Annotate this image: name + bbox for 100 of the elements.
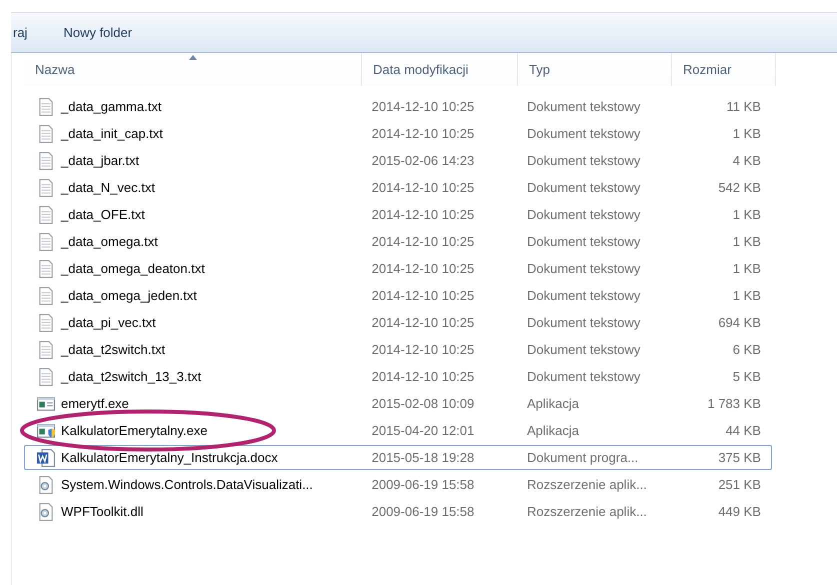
file-size: 1 KB — [732, 234, 761, 249]
file-name: KalkulatorEmerytalny_Instrukcja.docx — [61, 450, 278, 465]
file-row[interactable]: WPFToolkit.dll 2009-06-19 15:58 Rozszerzenie aplik... 449 KB — [24, 499, 772, 524]
modified-date: 2015-02-06 14:23 — [372, 153, 474, 168]
file-row[interactable]: KalkulatorEmerytalny_Instrukcja.docx 2015-05-18 19:28 Dokument progra... 375 KB — [24, 445, 772, 470]
text-file-icon — [37, 314, 55, 332]
file-row[interactable]: _data_init_cap.txt 2014-12-10 10:25 Dokument tekstowy 1 KB — [24, 121, 772, 146]
file-name: _data_pi_vec.txt — [61, 315, 156, 330]
column-header[interactable]: Data modyfikacji — [362, 53, 518, 86]
file-type: Dokument tekstowy — [526, 342, 640, 357]
file-size: 1 KB — [732, 261, 761, 276]
modified-date: 2014-12-10 10:25 — [372, 261, 474, 276]
column-header[interactable]: Rozmiar — [672, 53, 776, 86]
file-row[interactable]: emerytf.exe 2015-02-08 10:09 Aplikacja 1 783 KB — [24, 391, 772, 416]
file-row[interactable]: System.Windows.Controls.DataVisualizati... 2009-06-19 15:58 Rozszerzenie aplik... 251 KB — [24, 472, 772, 497]
text-file-icon — [37, 260, 55, 278]
gear-file-icon — [37, 502, 55, 520]
text-file-icon — [37, 340, 55, 358]
file-row[interactable]: _data_omega.txt 2014-12-10 10:25 Dokument tekstowy 1 KB — [24, 229, 772, 254]
file-type: Dokument tekstowy — [526, 369, 640, 384]
text-file-icon — [37, 232, 55, 250]
file-name: _data_OFE.txt — [61, 207, 145, 222]
file-name: System.Windows.Controls.DataVisualizati... — [61, 477, 313, 492]
file-type: Dokument tekstowy — [526, 180, 640, 195]
file-type: Dokument tekstowy — [526, 288, 640, 303]
file-row[interactable]: KalkulatorEmerytalny.exe 2015-04-20 12:01 Aplikacja 44 KB — [24, 418, 772, 443]
sort-arrow-icon — [188, 55, 196, 60]
text-file-icon — [37, 178, 55, 196]
toolbar-button[interactable]: Nowy folder — [63, 25, 132, 40]
column-header[interactable]: Typ — [518, 53, 672, 86]
file-size: 5 KB — [732, 369, 761, 384]
file-type: Rozszerzenie aplik... — [526, 477, 647, 492]
file-row[interactable]: _data_N_vec.txt 2014-12-10 10:25 Dokument tekstowy 542 KB — [24, 175, 772, 200]
file-row[interactable]: _data_t2switch.txt 2014-12-10 10:25 Dokument tekstowy 6 KB — [24, 337, 772, 362]
modified-date: 2009-06-19 15:58 — [372, 504, 474, 519]
modified-date: 2014-12-10 10:25 — [372, 99, 474, 114]
file-name: WPFToolkit.dll — [61, 504, 144, 519]
file-type: Dokument tekstowy — [526, 99, 640, 114]
file-row[interactable]: _data_omega_deaton.txt 2014-12-10 10:25 Dokument tekstowy 1 KB — [24, 256, 772, 281]
file-name: _data_omega.txt — [61, 234, 158, 249]
file-size: 449 KB — [718, 504, 761, 519]
file-type: Aplikacja — [526, 423, 580, 438]
file-type: Dokument tekstowy — [526, 126, 640, 141]
text-file-icon — [37, 286, 55, 304]
file-size: 542 KB — [718, 180, 761, 195]
file-type: Dokument tekstowy — [526, 261, 640, 276]
modified-date: 2014-12-10 10:25 — [372, 342, 474, 357]
file-row[interactable]: _data_t2switch_13_3.txt 2014-12-10 10:25 Dokument tekstowy 5 KB — [24, 364, 772, 389]
modified-date: 2014-12-10 10:25 — [372, 126, 474, 141]
modified-date: 2014-12-10 10:25 — [372, 288, 474, 303]
gear-file-icon — [37, 476, 55, 494]
modified-date: 2009-06-19 15:58 — [372, 477, 474, 492]
file-type: Dokument progra... — [526, 450, 638, 465]
file-size: 1 KB — [732, 207, 761, 222]
file-size: 11 KB — [726, 99, 761, 114]
file-size: 1 KB — [732, 126, 761, 141]
file-name: _data_omega_deaton.txt — [61, 261, 205, 276]
file-name: _data_t2switch_13_3.txt — [61, 369, 202, 384]
file-name: KalkulatorEmerytalny.exe — [61, 423, 208, 438]
file-type: Dokument tekstowy — [526, 315, 640, 330]
file-row[interactable]: _data_gamma.txt 2014-12-10 10:25 Dokument tekstowy 11 KB — [24, 94, 772, 119]
file-name: _data_init_cap.txt — [61, 126, 163, 141]
file-size: 6 KB — [732, 342, 761, 357]
file-name: emerytf.exe — [61, 396, 129, 411]
modified-date: 2014-12-10 10:25 — [372, 234, 474, 249]
word-document-icon — [37, 448, 55, 466]
modified-date: 2014-12-10 10:25 — [372, 315, 474, 330]
file-size: 694 KB — [718, 315, 761, 330]
file-name: _data_omega_jeden.txt — [61, 288, 197, 303]
file-size: 1 783 KB — [707, 396, 761, 411]
text-file-icon — [37, 368, 55, 386]
file-size: 375 KB — [718, 450, 761, 465]
file-type: Aplikacja — [526, 396, 580, 411]
file-type: Dokument tekstowy — [526, 234, 640, 249]
modified-date: 2015-04-20 12:01 — [372, 423, 474, 438]
modified-date: 2015-02-08 10:09 — [372, 396, 474, 411]
file-size: 44 KB — [726, 423, 761, 438]
file-name: _data_gamma.txt — [61, 99, 162, 114]
file-type: Rozszerzenie aplik... — [526, 504, 647, 519]
application-window-icon — [37, 394, 55, 412]
file-name: _data_t2switch.txt — [61, 342, 166, 357]
modified-date: 2014-12-10 10:25 — [372, 180, 474, 195]
file-name: _data_jbar.txt — [61, 153, 140, 168]
modified-date: 2015-05-18 19:28 — [372, 450, 474, 465]
file-size: 251 KB — [718, 477, 761, 492]
file-row[interactable]: _data_OFE.txt 2014-12-10 10:25 Dokument tekstowy 1 KB — [24, 202, 772, 227]
file-row[interactable]: _data_pi_vec.txt 2014-12-10 10:25 Dokument tekstowy 694 KB — [24, 310, 772, 335]
file-row[interactable]: _data_jbar.txt 2015-02-06 14:23 Dokument tekstowy 4 KB — [24, 148, 772, 173]
file-row[interactable]: _data_omega_jeden.txt 2014-12-10 10:25 Dokument tekstowy 1 KB — [24, 283, 772, 308]
text-file-icon — [37, 152, 55, 170]
file-name: _data_N_vec.txt — [61, 180, 155, 195]
column-header[interactable]: Nazwa — [24, 53, 362, 86]
text-file-icon — [37, 98, 55, 116]
file-type: Dokument tekstowy — [526, 207, 640, 222]
file-size: 4 KB — [732, 153, 761, 168]
file-type: Dokument tekstowy — [526, 153, 640, 168]
text-file-icon — [37, 124, 55, 142]
modified-date: 2014-12-10 10:25 — [372, 369, 474, 384]
toolbar-button[interactable]: raj — [13, 25, 28, 40]
file-size: 1 KB — [732, 288, 761, 303]
